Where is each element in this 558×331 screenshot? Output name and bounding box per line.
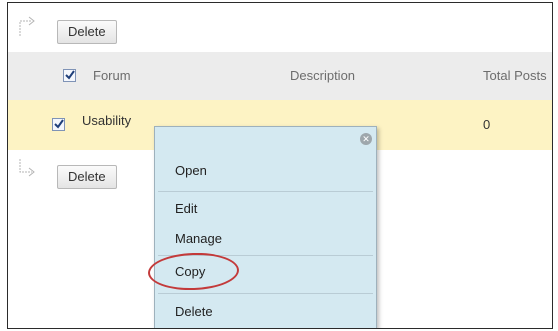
close-circle-icon[interactable]: ✕ [360,133,372,145]
forum-name-link[interactable]: Usability [82,113,131,128]
menu-divider [158,293,373,294]
menu-item-open[interactable]: Open [175,163,207,178]
total-posts-value: 0 [483,117,491,132]
column-header-forum[interactable]: Forum [93,68,131,83]
menu-divider [158,191,373,192]
bottom-arrow-icon [17,158,37,180]
menu-item-delete[interactable]: Delete [175,304,213,319]
column-header-description[interactable]: Description [290,68,355,83]
delete-button-bottom[interactable]: Delete [57,165,117,189]
context-menu: ✕ Open Edit Manage Copy Delete [147,126,377,328]
select-all-checkbox[interactable] [63,69,76,82]
top-arrow-icon [17,15,37,37]
column-header-total-posts[interactable]: Total Posts [483,68,547,83]
forum-list-panel: Delete Forum Description Total Posts Usa… [7,2,553,329]
row-checkbox[interactable] [52,118,65,131]
table-header: Forum Description Total Posts [8,52,552,100]
menu-item-manage[interactable]: Manage [175,231,222,246]
menu-item-edit[interactable]: Edit [175,201,197,216]
highlight-ring [147,251,240,292]
delete-button-top[interactable]: Delete [57,20,117,44]
